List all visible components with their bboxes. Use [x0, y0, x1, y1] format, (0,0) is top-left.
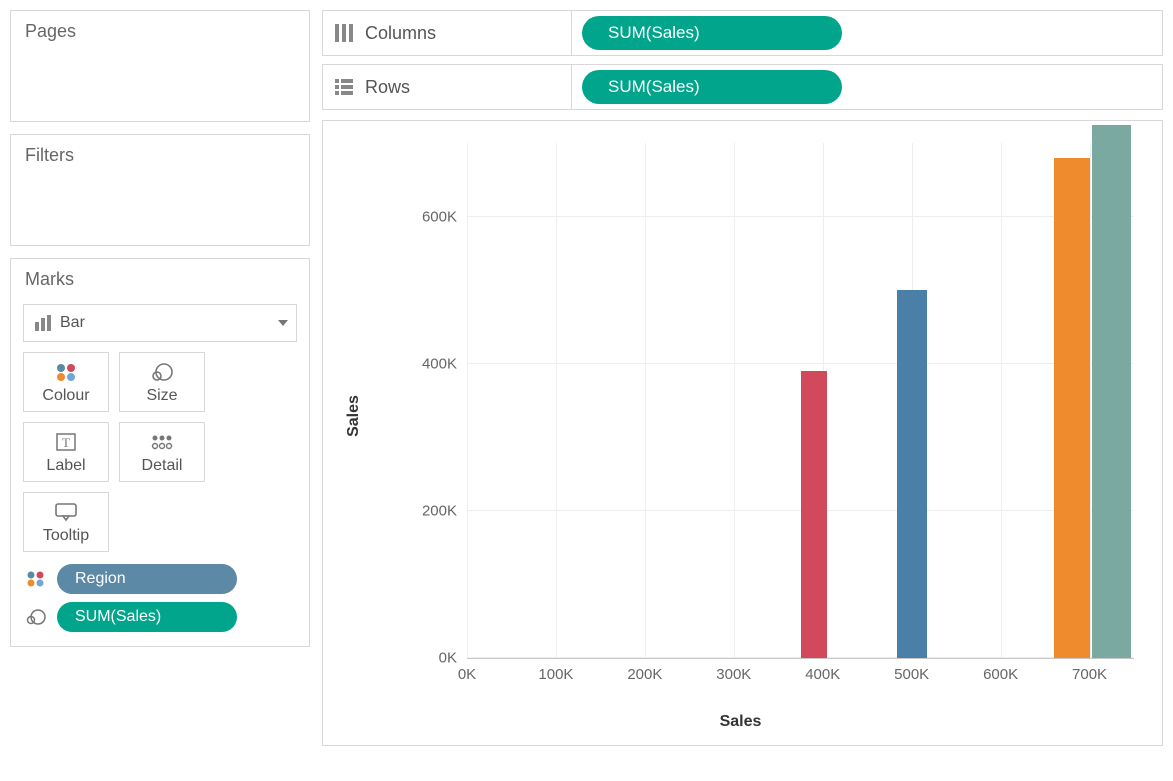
colour-button[interactable]: Colour [23, 352, 109, 412]
mark-type-dropdown[interactable]: Bar [23, 304, 297, 342]
rows-label: Rows [365, 77, 410, 98]
columns-shelf[interactable]: Columns SUM(Sales) [322, 10, 1163, 56]
pill-label: SUM(Sales) [608, 77, 700, 97]
visualization-panel[interactable]: Sales Sales 0K 100K 200K 300K 400K 500K 600K 70… [322, 120, 1163, 746]
x-tick-label: 300K [716, 666, 751, 683]
x-tick-label: 700K [1072, 666, 1107, 683]
x-tick-label: 500K [894, 666, 929, 683]
colour-icon [55, 361, 77, 383]
y-tick-label: 0K [397, 650, 457, 667]
mark-pill-region[interactable]: Region [57, 564, 237, 594]
tooltip-label: Tooltip [43, 527, 89, 545]
x-tick-label: 400K [805, 666, 840, 683]
x-tick-label: 200K [627, 666, 662, 683]
pages-title: Pages [11, 11, 309, 48]
bar-icon [34, 315, 52, 331]
chart-plot-area [467, 143, 1134, 659]
chart-bar[interactable] [1054, 158, 1090, 658]
size-label: Size [146, 387, 177, 405]
colour-label: Colour [42, 387, 89, 405]
pill-label: Region [75, 570, 126, 588]
chevron-down-icon [278, 320, 288, 326]
label-icon: T [55, 431, 77, 453]
filters-shelf[interactable]: Filters [10, 134, 310, 246]
columns-icon [335, 24, 353, 42]
pill-label: SUM(Sales) [75, 608, 161, 626]
tooltip-button[interactable]: Tooltip [23, 492, 109, 552]
marks-card: Marks Bar Colour [10, 258, 310, 647]
size-icon [23, 608, 49, 626]
label-button[interactable]: T Label [23, 422, 109, 482]
mark-pill-sumsales-row: SUM(Sales) [23, 602, 297, 632]
x-tick-label: 600K [983, 666, 1018, 683]
label-label: Label [46, 457, 85, 475]
y-tick-label: 400K [397, 355, 457, 372]
mark-pill-region-row: Region [23, 564, 297, 594]
pill-label: SUM(Sales) [608, 23, 700, 43]
y-axis-title: Sales [345, 395, 363, 437]
x-tick-label: 100K [538, 666, 573, 683]
columns-label: Columns [365, 23, 436, 44]
x-axis-title: Sales [337, 713, 1144, 731]
mark-pill-sumsales[interactable]: SUM(Sales) [57, 602, 237, 632]
rows-icon [335, 78, 353, 96]
rows-pill[interactable]: SUM(Sales) [582, 70, 842, 104]
svg-text:T: T [62, 435, 70, 450]
size-icon [150, 361, 174, 383]
detail-label: Detail [142, 457, 183, 475]
columns-pill[interactable]: SUM(Sales) [582, 16, 842, 50]
detail-icon [150, 431, 174, 453]
filters-title: Filters [11, 135, 309, 172]
y-tick-label: 600K [397, 208, 457, 225]
size-button[interactable]: Size [119, 352, 205, 412]
mark-type-label: Bar [60, 314, 85, 332]
colour-icon [23, 570, 49, 588]
pages-shelf[interactable]: Pages [10, 10, 310, 122]
detail-button[interactable]: Detail [119, 422, 205, 482]
tooltip-icon [54, 501, 78, 523]
chart-bar[interactable] [897, 290, 927, 658]
y-tick-label: 200K [397, 502, 457, 519]
chart-bar[interactable] [801, 371, 828, 658]
x-tick-label: 0K [458, 666, 476, 683]
rows-shelf[interactable]: Rows SUM(Sales) [322, 64, 1163, 110]
marks-title: Marks [11, 259, 309, 296]
chart-bar[interactable] [1092, 125, 1131, 658]
